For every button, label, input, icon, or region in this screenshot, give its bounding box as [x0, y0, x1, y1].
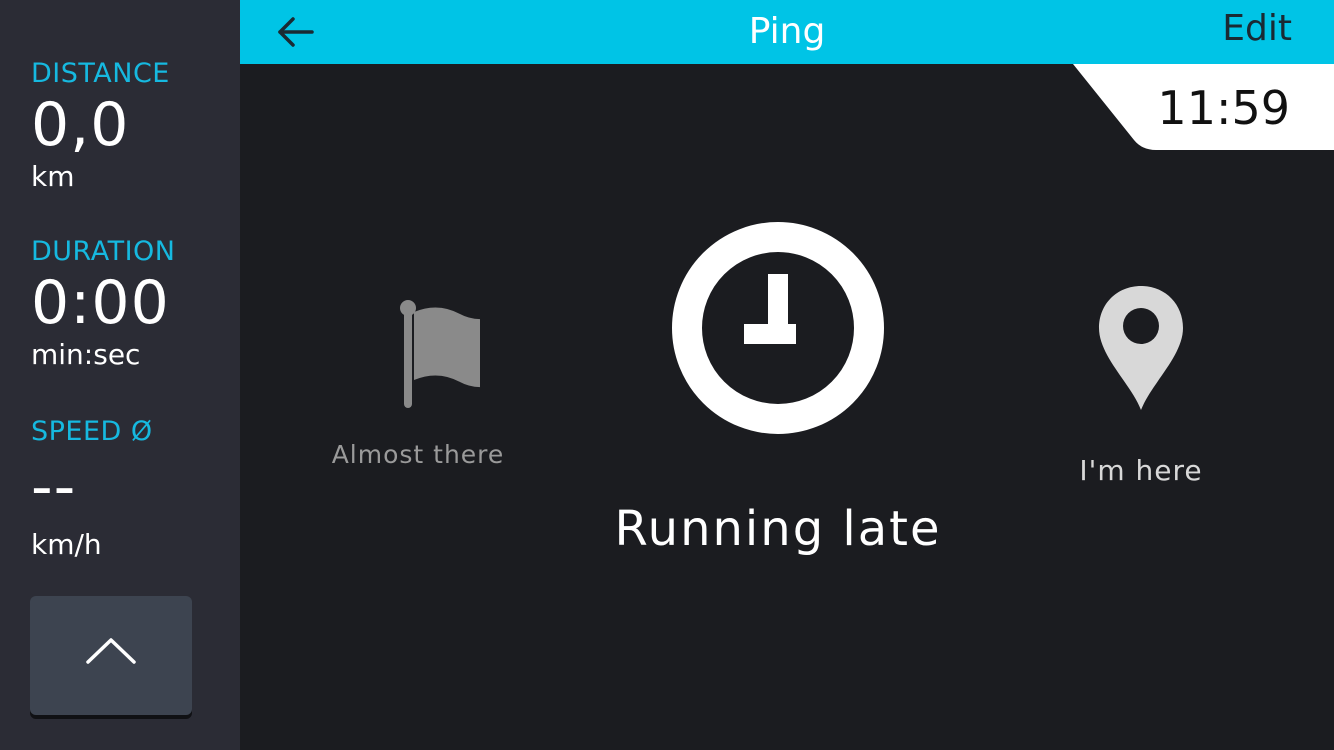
location-pin-icon	[1099, 286, 1183, 410]
running-late-label: Running late	[614, 501, 942, 557]
flag-icon	[400, 300, 480, 408]
page-title: Ping	[748, 11, 826, 52]
duration-label: DURATION	[31, 236, 176, 267]
clock-time: 11:59	[1157, 81, 1290, 135]
expand-up-button[interactable]	[30, 596, 192, 715]
speed-stat: SPEED Ø -- km/h	[31, 418, 153, 559]
duration-value: 0:00	[31, 268, 170, 338]
almost-there-label: Almost there	[331, 440, 505, 469]
speed-unit: km/h	[31, 528, 102, 561]
option-running-late[interactable]: Running late	[588, 222, 968, 554]
distance-value: 0,0	[31, 90, 130, 160]
speed-value: --	[31, 452, 77, 522]
clock-badge: 11:59	[1070, 64, 1334, 150]
duration-unit: min:sec	[31, 338, 141, 371]
sidebar: DISTANCE 0,0 km DURATION 0:00 min:sec SP…	[0, 0, 240, 750]
clock-icon	[672, 222, 884, 434]
distance-label: DISTANCE	[31, 58, 170, 89]
chevron-up-icon	[86, 638, 136, 664]
speed-label: SPEED Ø	[31, 416, 153, 447]
distance-unit: km	[31, 160, 75, 193]
option-almost-there[interactable]: Almost there	[318, 298, 518, 469]
edit-button[interactable]: Edit	[1222, 9, 1292, 49]
im-here-label: I'm here	[1079, 454, 1203, 487]
distance-stat: DISTANCE 0,0 km	[31, 60, 170, 191]
top-bar: Ping Edit	[240, 0, 1334, 64]
duration-stat: DURATION 0:00 min:sec	[31, 238, 176, 369]
option-im-here[interactable]: I'm here	[1041, 284, 1241, 487]
